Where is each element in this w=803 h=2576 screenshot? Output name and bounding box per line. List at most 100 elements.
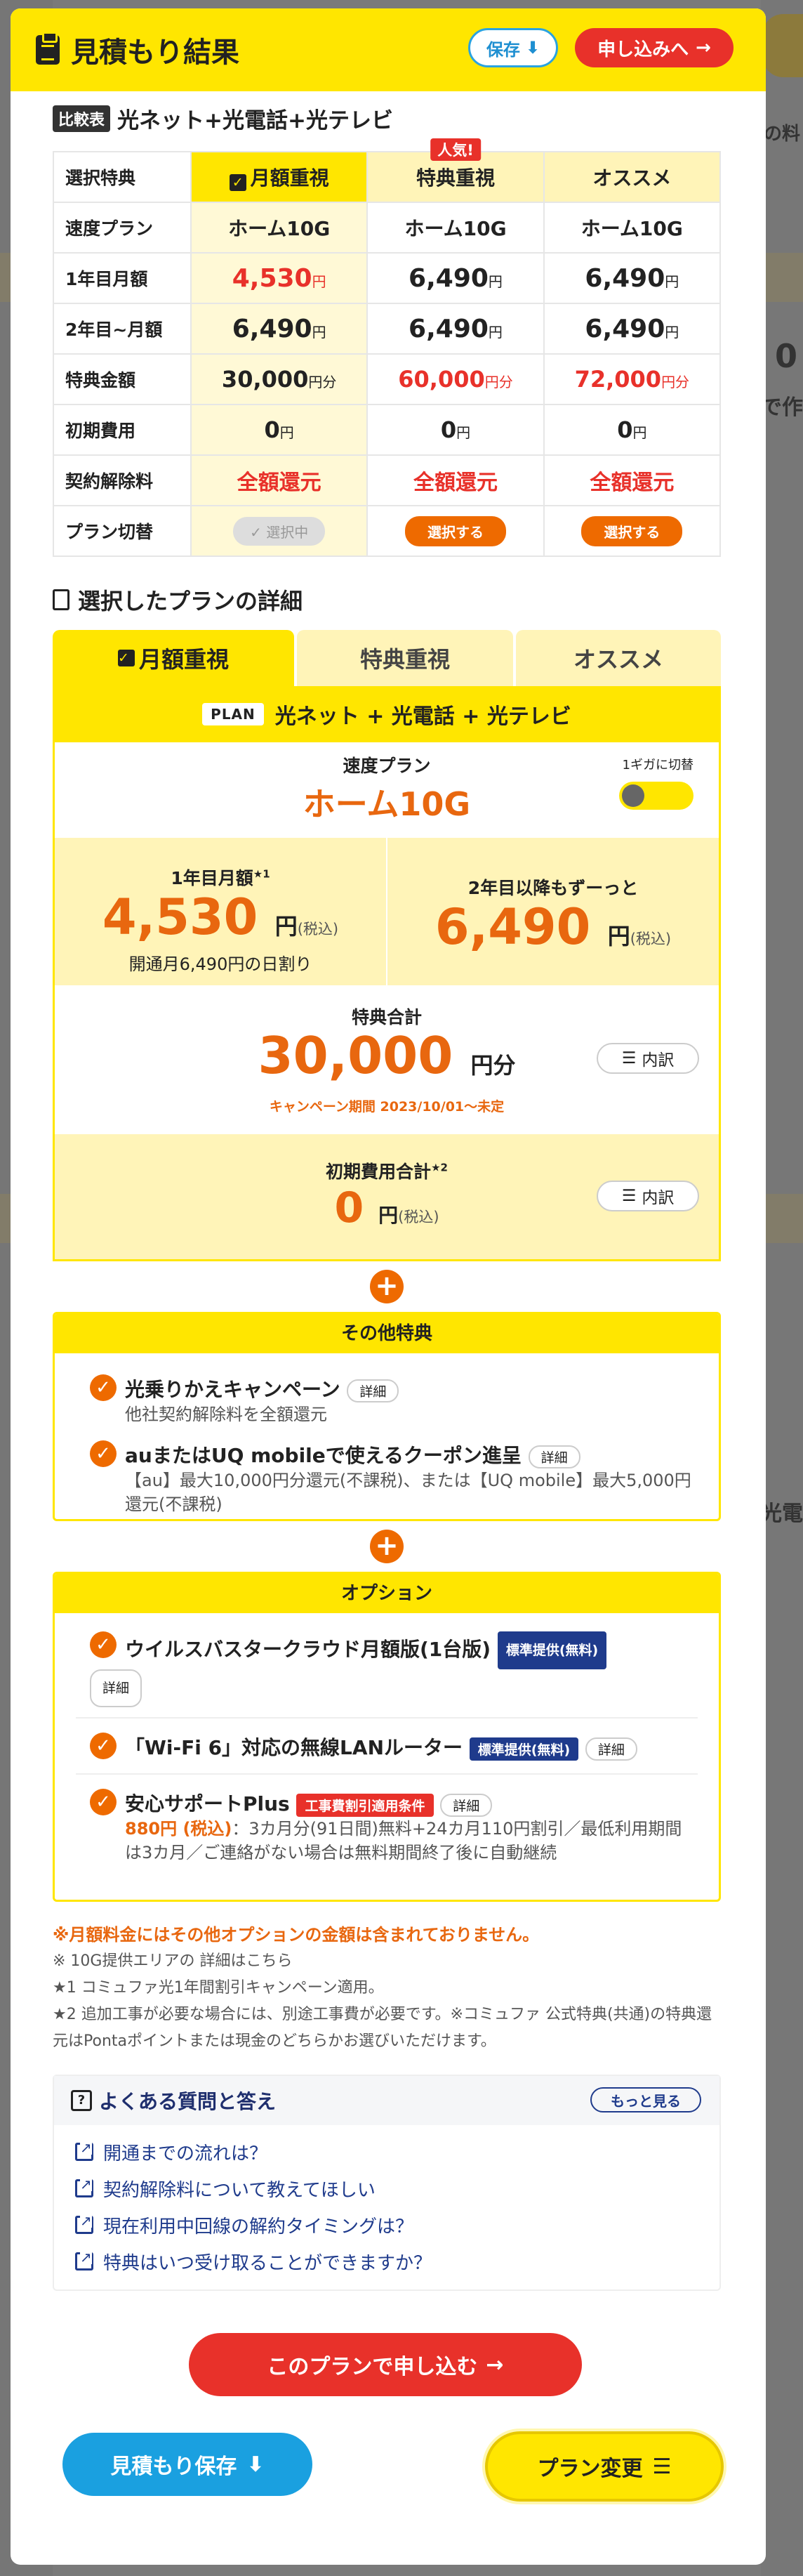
benefit-item-desc: 【au】最大10,000円分還元(不課税)、または【UQ mobile】最大5,…: [125, 1471, 691, 1514]
faq-link[interactable]: 契約解除料について教えてほしい: [54, 2170, 719, 2207]
row-label: 速度プラン: [53, 202, 192, 254]
faq-box: ? よくある質問と答え もっと見る 開通までの流れは？ 契約解除料について教えて…: [53, 2075, 721, 2291]
modal-title: 見積もり結果: [36, 29, 239, 70]
column-header-monthly[interactable]: ✓ 月額重視: [190, 151, 369, 203]
table-row: 契約解除料 全額還元 全額還元 全額還元: [53, 454, 722, 506]
giga-toggle[interactable]: [619, 782, 694, 810]
unit: 円: [274, 913, 298, 940]
unit: 円: [488, 323, 503, 341]
download-icon: ⬇: [246, 2452, 265, 2477]
table-cell: 60,000円分: [366, 353, 545, 405]
note-line: ★2 追加工事が必要な場合には、別途工事費が必要です。※コミュファ 公式特典(共…: [53, 2006, 712, 2050]
initial-cost-label-text: 初期費用合計: [326, 1162, 432, 1182]
select-benefit-button[interactable]: 選択する: [404, 515, 506, 546]
faq-list: 開通までの流れは？ 契約解除料について教えてほしい 現在利用中回線の解約タイミン…: [54, 2125, 719, 2289]
save-estimate-button[interactable]: 見積もり保存 ⬇: [62, 2433, 312, 2496]
second-year-amount: 6,490: [434, 898, 591, 956]
save-button-label: 保存: [486, 39, 520, 60]
column-header-recommended[interactable]: オススメ: [543, 151, 722, 203]
fee-value: 0: [440, 416, 457, 443]
faq-link-text: 契約解除料について教えてほしい: [103, 2179, 376, 2201]
save-button[interactable]: 保存 ⬇: [468, 28, 558, 67]
campaign-period: キャンペーン期間 2023/10/01～未定: [269, 1099, 505, 1115]
tab-recommended[interactable]: オススメ: [516, 630, 721, 686]
other-benefits-title: その他特典: [55, 1314, 719, 1353]
select-recommended-button[interactable]: 選択する: [581, 515, 683, 546]
checklist-icon: ☰: [652, 2454, 672, 2479]
price-value: 6,490: [409, 314, 489, 343]
benefit-breakdown-button[interactable]: ☰ 内訳: [597, 1043, 699, 1074]
faq-link[interactable]: 特典はいつ受け取ることができますか？: [54, 2243, 719, 2280]
detail-title-text: 選択したプランの詳細: [78, 588, 303, 615]
download-icon: ⬇: [525, 38, 540, 58]
faq-link[interactable]: 現在利用中回線の解約タイミングは？: [54, 2207, 719, 2243]
faq-link[interactable]: 開通までの流れは？: [54, 2134, 719, 2170]
selected-pill: ✓ 選択中: [233, 516, 326, 546]
unit: 円分: [308, 374, 337, 390]
unit: 円分: [470, 1052, 516, 1079]
detail-link[interactable]: 詳細: [528, 1445, 580, 1468]
row-label: 1年目月額: [53, 252, 192, 304]
detail-link[interactable]: 詳細: [585, 1737, 637, 1761]
footnote-mark: ★2: [431, 1161, 448, 1174]
arrow-right-icon: →: [696, 37, 711, 58]
popular-badge: 人気!: [430, 138, 481, 161]
change-plan-button[interactable]: プラン変更 ☰: [485, 2431, 724, 2502]
faq-header: ? よくある質問と答え もっと見る: [54, 2076, 719, 2125]
apply-plan-label: このプランで申し込む: [267, 2355, 478, 2379]
table-row: 2年目~月額 6,490円 6,490円 6,490円: [53, 303, 722, 355]
initial-cost-amount: 0: [334, 1183, 364, 1233]
unit: 円分: [661, 374, 690, 390]
standard-badge: 標準提供(無料): [469, 1737, 579, 1761]
comparison-title: 比較表 光ネット+光電話+光テレビ: [53, 103, 721, 134]
speed-section: 速度プラン ホーム10G 1ギガに切替: [55, 742, 719, 838]
more-button[interactable]: もっと見る: [590, 2087, 701, 2112]
tab-monthly[interactable]: ✓ 月額重視: [53, 630, 294, 686]
table-cell: 0円: [190, 404, 369, 456]
option-item-title: 安心サポートPlus 工事費割引適用条件 詳細: [125, 1789, 694, 1817]
faq-link-text: 開通までの流れは？: [103, 2143, 268, 2164]
tax-label: (税込): [630, 931, 672, 947]
fee-value: 0: [264, 416, 280, 443]
row-label: 2年目~月額: [53, 303, 192, 355]
detail-link[interactable]: 詳細: [347, 1379, 399, 1402]
plan-badge: PLAN: [202, 703, 264, 725]
external-link-icon: [75, 2141, 93, 2161]
note-line: ★1 コミュファ光1年間割引キャンペーン適用。: [53, 1979, 384, 1997]
table-cell: 72,000円分: [543, 353, 722, 405]
table-cell: 全額還元: [190, 454, 369, 506]
option-item-desc: 880円 (税込)：3カ月分(91日間)無料+24カ月110円割引／最低利用期間…: [125, 1817, 694, 1865]
apply-button[interactable]: 申し込みへ →: [575, 28, 734, 67]
apply-button-label: 申し込みへ: [597, 39, 689, 60]
price-value: 6,490: [232, 314, 312, 343]
tab-label: 特典重視: [359, 646, 450, 673]
second-year-label: 2年目以降もずーっと: [467, 878, 639, 898]
row-label: 初期費用: [53, 404, 192, 456]
question-icon: ?: [71, 2090, 92, 2111]
external-link-icon: [75, 2214, 93, 2234]
table-cell: 選択する: [543, 505, 722, 557]
benefit-item-title-text: auまたはUQ mobileで使えるクーポン進呈: [125, 1444, 522, 1467]
benefit-value: 60,000: [398, 366, 485, 393]
table-cell: 30,000円分: [190, 353, 369, 405]
tab-benefit[interactable]: 特典重視: [297, 630, 513, 686]
price-value: 6,490: [585, 263, 665, 293]
unit: 円: [378, 1204, 399, 1227]
table-row: 1年目月額 4,530円 6,490円 6,490円: [53, 252, 722, 304]
check-icon: ✓: [90, 1733, 117, 1759]
table-cell: ホーム10G: [366, 202, 545, 254]
check-icon: ✓: [90, 1440, 117, 1467]
background-text: 0: [774, 337, 797, 375]
option-item-title: ウイルスバスタークラウド月額版(1台版) 標準提供(無料) 詳細: [90, 1631, 607, 1707]
initial-cost-breakdown-button[interactable]: ☰ 内訳: [597, 1181, 699, 1211]
apply-plan-button[interactable]: このプランで申し込む →: [189, 2333, 582, 2396]
table-cell: 6,490円: [190, 303, 369, 355]
unit: 円: [312, 323, 326, 341]
column-header-benefit[interactable]: 人気! 特典重視: [366, 138, 545, 203]
detail-link[interactable]: 詳細: [90, 1669, 142, 1707]
detail-link[interactable]: 詳細: [440, 1793, 493, 1817]
option-item: ✓ ウイルスバスタークラウド月額版(1台版) 標準提供(無料) 詳細: [55, 1631, 719, 1707]
table-cell: 選択する: [366, 505, 545, 557]
background-text: で作: [761, 395, 803, 420]
background-text: 光電: [761, 1501, 803, 1526]
